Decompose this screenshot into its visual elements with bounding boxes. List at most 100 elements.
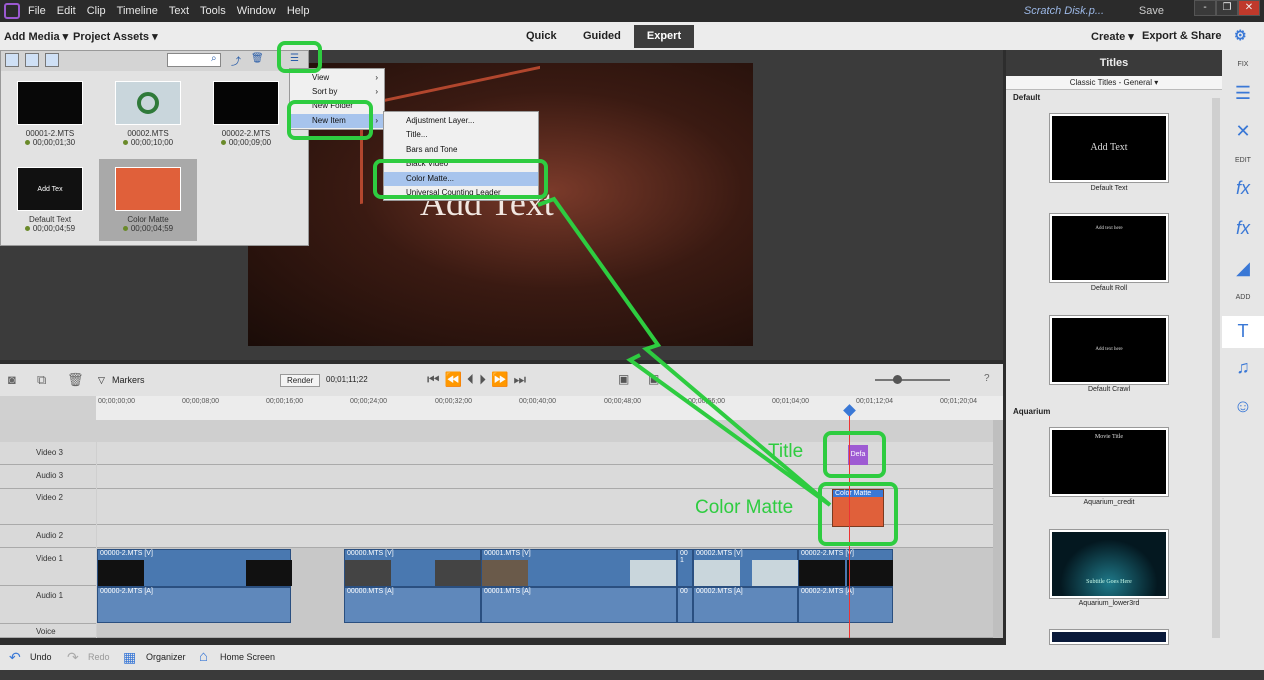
undo-icon[interactable]: ↶ <box>9 649 21 666</box>
asset-item-selected[interactable]: Color Matte 00;00;04;59 <box>99 159 197 241</box>
clip-video[interactable]: 00000.MTS [V] <box>344 549 481 587</box>
home-icon[interactable]: ⌂ <box>199 648 208 665</box>
titles-text-icon[interactable]: T <box>1222 316 1264 348</box>
track-header-video3[interactable]: Video 3 <box>0 442 96 465</box>
render-button[interactable]: Render <box>280 374 321 387</box>
clip-audio[interactable]: 00002.MTS [A] <box>693 587 798 623</box>
menu-text[interactable]: Text <box>169 5 189 17</box>
quick-mode-tab[interactable]: Quick <box>526 30 557 42</box>
tools-icon[interactable]: ✕ <box>1222 121 1264 142</box>
title-template-caption: Default Text <box>1090 185 1128 192</box>
menu-item-bars-and-tone[interactable]: Bars and Tone <box>384 143 538 157</box>
effects-icon[interactable]: fx <box>1222 218 1264 239</box>
title-template-thumbnail[interactable] <box>1050 630 1168 644</box>
asset-item[interactable]: 00001-2.MTS 00;00;01;30 <box>1 73 99 153</box>
redo-icon[interactable]: ↷ <box>67 649 79 666</box>
transitions-icon[interactable]: ◢ <box>1222 258 1264 279</box>
graphics-smiley-icon[interactable]: ☺ <box>1222 396 1264 417</box>
zoom-slider[interactable] <box>875 379 950 381</box>
title-template-default-text[interactable]: Add Text <box>1050 114 1168 182</box>
clip-audio[interactable]: 00002-2.MTS [A] <box>798 587 893 623</box>
detach-icon[interactable]: ⧉ <box>37 372 46 388</box>
export-asset-icon[interactable]: ⤴ <box>231 53 241 68</box>
save-button[interactable]: Save <box>1139 5 1164 17</box>
clip-video[interactable]: 00002.MTS [V] <box>693 549 798 587</box>
redo-button[interactable]: Redo <box>88 652 110 662</box>
right-tool-strip: FIX ☰ ✕ EDIT fx fx ◢ ADD T ♫ ☺ <box>1222 50 1264 645</box>
used-indicator-icon <box>24 140 30 145</box>
title-template-aquarium-credit[interactable]: Movie Title <box>1050 428 1168 496</box>
export-share-button[interactable]: Export & Share <box>1142 30 1221 42</box>
timeline-ruler[interactable]: 00;00;00;00 00;00;08;00 00;00;16;00 00;0… <box>0 396 1003 420</box>
playhead-handle[interactable] <box>843 404 856 417</box>
settings-gear-icon[interactable]: ⚙ <box>1234 27 1247 44</box>
menu-file[interactable]: File <box>28 5 46 17</box>
track-header-audio3[interactable]: Audio 3 <box>0 465 96 489</box>
home-screen-button[interactable]: Home Screen <box>220 652 275 662</box>
menu-item-adjustment-layer[interactable]: Adjustment Layer... <box>384 114 538 128</box>
asset-item[interactable]: 00002.MTS 00;00;10;00 <box>99 73 197 153</box>
track-header-voice[interactable]: Voice <box>0 624 96 638</box>
guided-mode-tab[interactable]: Guided <box>583 30 621 42</box>
menu-item-view[interactable]: View › <box>290 71 384 85</box>
camera-icon[interactable]: ◙ <box>8 372 16 387</box>
track-header-video2[interactable]: Video 2 <box>0 489 96 525</box>
title-template-default-roll[interactable]: Add text here <box>1050 214 1168 282</box>
search-icon[interactable]: ⌕ <box>211 53 217 64</box>
asset-item[interactable]: Add Tex Default Text 00;00;04;59 <box>1 159 99 239</box>
titles-category-dropdown[interactable]: Classic Titles - General ▾ <box>1006 76 1222 90</box>
timeline-vertical-scrollbar[interactable] <box>993 420 1003 638</box>
title-template-caption: Default Roll <box>1090 285 1128 292</box>
help-icon[interactable]: ? <box>984 373 990 384</box>
markers-label[interactable]: Markers <box>112 375 145 385</box>
image-filter-icon[interactable] <box>25 53 39 67</box>
menu-item-title[interactable]: Title... <box>384 128 538 142</box>
asset-item[interactable]: 00002-2.MTS 00;00;09;00 <box>197 73 295 153</box>
add-media-button[interactable]: Add Media ▾ <box>4 30 68 43</box>
track-header-audio2[interactable]: Audio 2 <box>0 525 96 548</box>
menu-item-sort-by[interactable]: Sort by › <box>290 85 384 99</box>
track-header-audio1[interactable]: Audio 1 <box>0 586 96 624</box>
title-template-default-crawl[interactable]: Add text here <box>1050 316 1168 384</box>
expert-mode-tab[interactable]: Expert <box>634 25 694 48</box>
clip-video[interactable]: 00 1 <box>677 549 693 587</box>
organizer-button[interactable]: Organizer <box>146 652 186 662</box>
playback-controls[interactable]: ⏮⏪⏴⏵⏩⏭ <box>427 371 531 388</box>
ruler-tick: 00;00;32;00 <box>435 398 472 405</box>
clip-audio[interactable]: 00000-2.MTS [A] <box>97 587 291 623</box>
project-assets-button[interactable]: Project Assets ▾ <box>73 30 158 43</box>
menu-timeline[interactable]: Timeline <box>117 5 158 17</box>
menu-help[interactable]: Help <box>287 5 310 17</box>
organizer-icon[interactable]: ▦ <box>123 649 136 666</box>
clip-video[interactable]: 00001.MTS [V] <box>481 549 677 587</box>
title-template-aquarium-lower3rd[interactable]: Subtitle Goes Here <box>1050 530 1168 598</box>
scratch-disk-warning[interactable]: Scratch Disk.p... <box>1024 5 1104 17</box>
audio-filter-icon[interactable] <box>45 53 59 67</box>
music-icon[interactable]: ♫ <box>1222 357 1264 378</box>
delete-asset-icon[interactable]: 🗑 <box>251 53 264 64</box>
menu-item-label: Sort by <box>312 87 338 96</box>
video-filter-icon[interactable] <box>5 53 19 67</box>
track-header-video1[interactable]: Video 1 <box>0 548 96 586</box>
menu-window[interactable]: Window <box>237 5 276 17</box>
markers-icon[interactable]: ▽ <box>98 375 105 386</box>
annotation-arrow-icon <box>537 196 832 507</box>
adjust-sliders-icon[interactable]: ☰ <box>1222 83 1264 104</box>
titles-panel-scrollbar[interactable] <box>1212 98 1220 638</box>
clip-audio[interactable]: 00001.MTS [A] <box>481 587 677 623</box>
restore-button[interactable]: ❐ <box>1216 0 1238 16</box>
applied-effects-icon[interactable]: fx <box>1222 178 1264 199</box>
create-button[interactable]: Create ▾ <box>1091 30 1134 43</box>
trash-icon[interactable]: 🗑 <box>67 372 84 388</box>
zoom-slider-handle[interactable] <box>893 375 902 384</box>
menu-tools[interactable]: Tools <box>200 5 226 17</box>
undo-button[interactable]: Undo <box>30 652 52 662</box>
menu-clip[interactable]: Clip <box>87 5 106 17</box>
clip-audio[interactable]: 00000.MTS [A] <box>344 587 481 623</box>
clip-video[interactable]: 00002-2.MTS [V] <box>798 549 893 587</box>
clip-video[interactable]: 00000-2.MTS [V] <box>97 549 292 587</box>
minimize-button[interactable]: - <box>1194 0 1216 16</box>
close-button[interactable]: ✕ <box>1238 0 1260 16</box>
clip-audio[interactable]: 00 <box>677 587 693 623</box>
menu-edit[interactable]: Edit <box>57 5 76 17</box>
